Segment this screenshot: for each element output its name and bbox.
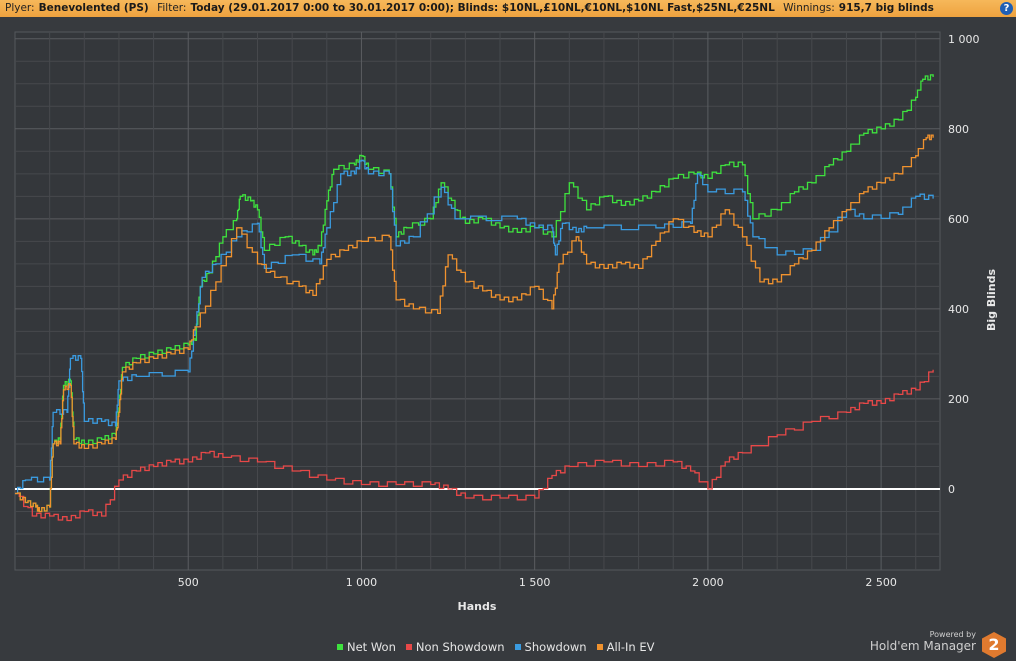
x-axis-label: Hands <box>458 600 497 613</box>
legend-label: Net Won <box>347 640 396 654</box>
x-tick-label: 500 <box>178 576 199 589</box>
y-axis-label: Big Blinds <box>985 269 998 331</box>
brand-name: Hold'em Manager <box>869 639 976 653</box>
legend-swatch-icon <box>405 644 412 650</box>
legend-item[interactable]: All-In EV <box>596 640 655 654</box>
y-tick-label: 400 <box>948 303 969 316</box>
legend-swatch-icon <box>337 644 343 650</box>
legend-item[interactable]: Net Won <box>337 640 396 654</box>
powered-by: Powered by <box>929 630 976 639</box>
legend-item[interactable]: Showdown <box>514 640 587 654</box>
legend-swatch-icon <box>596 644 603 650</box>
legend-swatch-icon <box>514 644 521 650</box>
y-tick-label: 0 <box>948 483 955 496</box>
x-tick-label: 1 000 <box>346 576 378 589</box>
y-tick-label: 800 <box>948 123 969 136</box>
y-tick-label: 1 000 <box>948 33 980 46</box>
y-tick-label: 600 <box>948 213 969 226</box>
legend: Net Won Non Showdown Showdown All-In EV <box>337 640 654 654</box>
branding: Powered by Hold'em Manager 2 <box>869 630 1006 658</box>
legend-label: All-In EV <box>606 640 655 654</box>
legend-label: Showdown <box>524 640 587 654</box>
legend-item[interactable]: Non Showdown <box>405 640 505 654</box>
x-tick-label: 2 000 <box>692 576 724 589</box>
y-tick-label: 200 <box>948 393 969 406</box>
winnings-chart: 500 1 000 1 500 2 000 2 500 0 200 400 600 800 1 00… <box>14 31 998 613</box>
legend-label: Non Showdown <box>415 640 505 654</box>
x-tick-label: 1 500 <box>519 576 551 589</box>
x-tick-label: 2 500 <box>865 576 897 589</box>
